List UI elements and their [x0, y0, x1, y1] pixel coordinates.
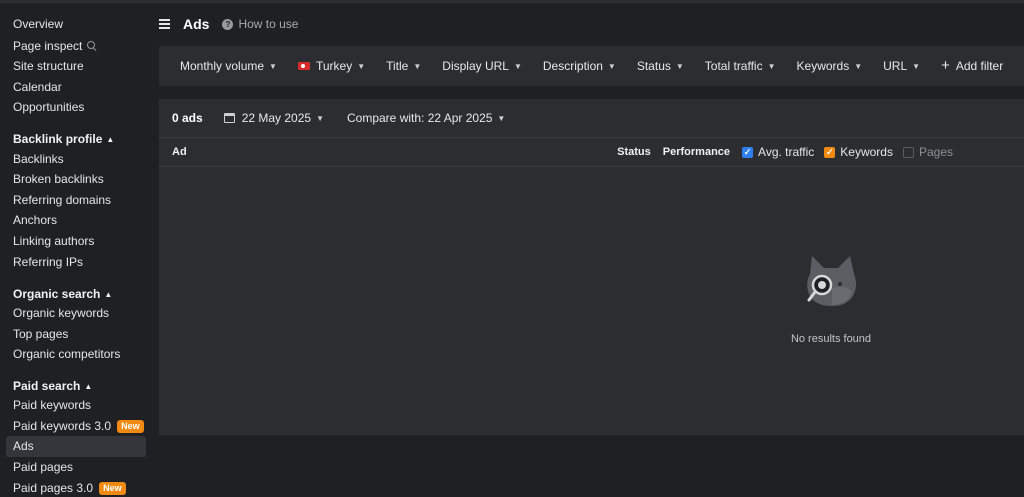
help-icon[interactable]: ? — [222, 18, 234, 30]
calendar-icon — [223, 113, 235, 123]
sidebar-item-referring-domains[interactable]: Referring domains — [6, 190, 146, 211]
section-paid-search[interactable]: Paid search ▲ — [13, 378, 92, 395]
keywords-checkbox[interactable]: ✓ — [824, 146, 836, 158]
sidebar-item-organic-keywords[interactable]: Organic keywords — [6, 303, 146, 324]
pages-label: Pages — [918, 145, 953, 159]
chevron-down-icon: ▼ — [497, 113, 506, 123]
chevron-down-icon: ▼ — [316, 113, 324, 123]
plus-icon: + — [941, 57, 950, 74]
sidebar-item-ads[interactable]: Ads — [6, 436, 146, 457]
avg-traffic-checkbox[interactable]: ✓ — [742, 146, 754, 158]
avg-traffic-label: Avg. traffic — [758, 145, 815, 159]
sidebar: Overview Page inspect Site structure Cal… — [0, 3, 150, 497]
sidebar-item-site-structure[interactable]: Site structure — [6, 56, 146, 77]
panel-toolbar: 0 ads 22 May 2025 ▼ Compare with: 22 Apr… — [159, 99, 1024, 138]
caret-up-icon: ▲ — [84, 382, 93, 391]
section-organic-search[interactable]: Organic search ▲ — [13, 286, 112, 303]
sidebar-item-broken-backlinks[interactable]: Broken backlinks — [6, 169, 146, 190]
filter-display-url[interactable]: Display URL ▼ — [442, 59, 522, 73]
filter-monthly-volume[interactable]: Monthly volume ▼ — [180, 59, 277, 73]
column-controls: Status Performance ✓ Avg. traffic ✓ Keyw… — [617, 145, 963, 159]
sidebar-item-opportunities[interactable]: Opportunities — [6, 97, 146, 118]
filter-description[interactable]: Description ▼ — [543, 59, 616, 73]
column-ad: Ad — [172, 146, 187, 158]
sidebar-item-paid-keywords-3[interactable]: Paid keywords 3.0 New — [6, 416, 146, 437]
sidebar-item-paid-pages[interactable]: Paid pages — [6, 457, 146, 478]
pages-checkbox[interactable] — [902, 146, 914, 158]
date-picker[interactable]: 22 May 2025 ▼ — [223, 111, 324, 125]
top-border — [0, 0, 1024, 3]
filter-status[interactable]: Status ▼ — [637, 59, 684, 73]
add-filter-button[interactable]: + Add filter — [941, 57, 1003, 74]
sidebar-item-backlinks[interactable]: Backlinks — [6, 149, 146, 170]
column-performance: Performance — [662, 146, 731, 158]
chevron-down-icon: ▼ — [607, 61, 616, 71]
filter-country[interactable]: Turkey ▼ — [297, 59, 366, 73]
chevron-down-icon: ▼ — [357, 61, 366, 71]
sidebar-item-paid-pages-3[interactable]: Paid pages 3.0 New — [6, 478, 146, 497]
caret-up-icon: ▲ — [104, 290, 113, 299]
new-badge: New — [99, 482, 126, 495]
compare-picker[interactable]: Compare with: 22 Apr 2025 ▼ — [347, 111, 505, 125]
chevron-down-icon: ▼ — [413, 61, 422, 71]
section-backlink-profile[interactable]: Backlink profile ▲ — [13, 131, 114, 148]
sidebar-item-paid-keywords[interactable]: Paid keywords — [6, 395, 146, 416]
filter-url[interactable]: URL ▼ — [883, 59, 920, 73]
sidebar-item-calendar[interactable]: Calendar — [6, 77, 146, 98]
column-status: Status — [617, 146, 651, 158]
ads-count: 0 ads — [172, 111, 203, 125]
empty-state-mascot-icon — [807, 256, 856, 306]
no-results-message: No results found — [790, 333, 872, 345]
filter-keywords[interactable]: Keywords ▼ — [797, 59, 863, 73]
page-header: Ads ? How to use — [159, 14, 298, 34]
caret-up-icon: ▲ — [106, 135, 115, 144]
chevron-down-icon: ▼ — [912, 61, 921, 71]
page-title: Ads — [183, 16, 210, 32]
ads-panel: 0 ads 22 May 2025 ▼ Compare with: 22 Apr… — [159, 99, 1024, 435]
how-to-use-link[interactable]: How to use — [238, 17, 298, 31]
table-header: Ad Status Performance ✓ Avg. traffic ✓ K… — [159, 139, 1024, 167]
filter-bar: Monthly volume ▼ Turkey ▼ Title ▼ Display U… — [159, 46, 1024, 86]
sidebar-item-top-pages[interactable]: Top pages — [6, 324, 146, 345]
sidebar-item-referring-ips[interactable]: Referring IPs — [6, 252, 146, 273]
chevron-down-icon: ▼ — [675, 61, 684, 71]
sidebar-item-organic-competitors[interactable]: Organic competitors — [6, 344, 146, 365]
chevron-down-icon: ▼ — [269, 61, 277, 71]
sidebar-item-overview[interactable]: Overview — [6, 14, 146, 35]
search-icon — [87, 41, 96, 49]
filter-title[interactable]: Title ▼ — [386, 59, 421, 73]
chevron-down-icon: ▼ — [854, 61, 863, 71]
sidebar-item-linking-authors[interactable]: Linking authors — [6, 231, 146, 252]
chevron-down-icon: ▼ — [767, 61, 776, 71]
keywords-label: Keywords — [840, 145, 893, 159]
menu-icon[interactable] — [159, 19, 170, 29]
turkey-flag-icon — [297, 62, 310, 70]
new-badge: New — [117, 420, 144, 433]
sidebar-item-anchors[interactable]: Anchors — [6, 210, 146, 231]
filter-total-traffic[interactable]: Total traffic ▼ — [705, 59, 776, 73]
sidebar-item-page-inspect[interactable]: Page inspect — [6, 36, 146, 57]
chevron-down-icon: ▼ — [513, 61, 522, 71]
